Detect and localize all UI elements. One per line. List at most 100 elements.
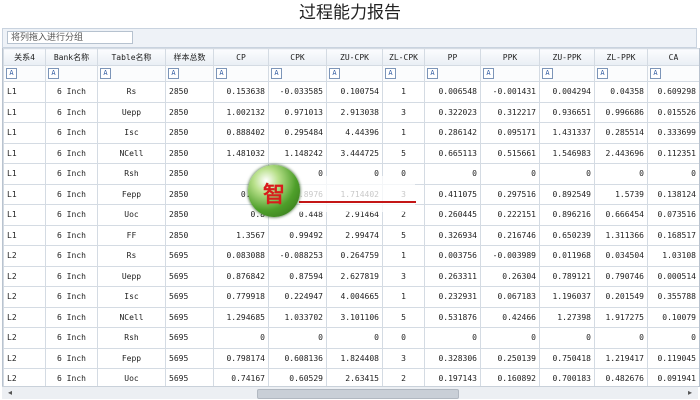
table-cell[interactable]: 6 Inch bbox=[45, 81, 98, 103]
table-cell[interactable]: 0.003756 bbox=[424, 245, 481, 267]
table-row[interactable]: L1 6 Inch Rs 2850 0.153638 -0.033585 0.100754 1… bbox=[3, 81, 699, 103]
table-cell[interactable]: 0 bbox=[382, 327, 425, 349]
table-cell[interactable]: 0.168517 bbox=[647, 224, 699, 246]
table-cell[interactable]: 0 bbox=[213, 327, 269, 349]
table-cell[interactable]: 0.297516 bbox=[480, 183, 540, 205]
table-cell[interactable]: 3.101106 bbox=[326, 306, 383, 328]
table-cell[interactable]: 0.892549 bbox=[539, 183, 595, 205]
table-cell[interactable]: 0.99492 bbox=[268, 224, 327, 246]
table-cell[interactable]: L2 bbox=[3, 245, 46, 267]
column-header[interactable]: Bank名称 bbox=[45, 48, 98, 66]
scroll-thumb[interactable] bbox=[257, 389, 459, 399]
table-cell[interactable]: 0 bbox=[424, 327, 481, 349]
table-cell[interactable]: 2850 bbox=[165, 101, 214, 123]
table-cell[interactable]: 2.99474 bbox=[326, 224, 383, 246]
table-cell[interactable]: 5 bbox=[382, 306, 425, 328]
table-cell[interactable]: 0.000514 bbox=[647, 265, 699, 287]
table-cell[interactable]: 1.546983 bbox=[539, 142, 595, 164]
table-cell[interactable]: 0.750418 bbox=[539, 347, 595, 369]
table-cell[interactable]: L1 bbox=[3, 163, 46, 185]
table-cell[interactable]: 1.27398 bbox=[539, 306, 595, 328]
table-cell[interactable]: L2 bbox=[3, 306, 46, 328]
table-cell[interactable]: 6 Inch bbox=[45, 327, 98, 349]
table-cell[interactable]: 0.531876 bbox=[424, 306, 481, 328]
filter-icon[interactable]: A bbox=[385, 68, 396, 79]
table-cell[interactable]: 0.216746 bbox=[480, 224, 540, 246]
table-cell[interactable]: 2.443696 bbox=[594, 142, 648, 164]
table-cell[interactable]: 0.119045 bbox=[647, 347, 699, 369]
filter-icon[interactable]: A bbox=[427, 68, 438, 79]
table-cell[interactable]: 2850 bbox=[165, 183, 214, 205]
table-cell[interactable]: 0.666454 bbox=[594, 204, 648, 226]
table-cell[interactable]: 0.411075 bbox=[424, 183, 481, 205]
table-cell[interactable]: 1.002132 bbox=[213, 101, 269, 123]
table-cell[interactable]: 0.112351 bbox=[647, 142, 699, 164]
table-cell[interactable]: 1 bbox=[382, 122, 425, 144]
table-cell[interactable]: L1 bbox=[3, 224, 46, 246]
column-header[interactable]: 样本总数 bbox=[165, 48, 214, 66]
table-cell[interactable]: 6 Inch bbox=[45, 306, 98, 328]
table-cell[interactable]: 1.294685 bbox=[213, 306, 269, 328]
table-cell[interactable]: 5695 bbox=[165, 306, 214, 328]
table-cell[interactable]: 1.03108 bbox=[647, 245, 699, 267]
column-header[interactable]: CP bbox=[213, 48, 269, 66]
table-cell[interactable]: 0.798174 bbox=[213, 347, 269, 369]
group-panel[interactable]: 将列拖入进行分组 bbox=[2, 28, 697, 48]
table-cell[interactable]: Rsh bbox=[97, 163, 166, 185]
table-cell[interactable]: 5 bbox=[382, 142, 425, 164]
table-cell[interactable]: 0 bbox=[326, 327, 383, 349]
table-cell[interactable]: 0.286142 bbox=[424, 122, 481, 144]
table-cell[interactable]: 0.650239 bbox=[539, 224, 595, 246]
table-cell[interactable]: 0 bbox=[480, 327, 540, 349]
table-row[interactable]: L1 6 Inch NCell 2850 1.481032 1.148242 3.44472… bbox=[3, 142, 699, 164]
filter-icon[interactable]: A bbox=[6, 68, 17, 79]
table-cell[interactable]: L1 bbox=[3, 183, 46, 205]
table-cell[interactable]: 6 Inch bbox=[45, 183, 98, 205]
table-cell[interactable]: 0.222151 bbox=[480, 204, 540, 226]
table-cell[interactable]: 1.219417 bbox=[594, 347, 648, 369]
filter-icon[interactable]: A bbox=[100, 68, 111, 79]
table-cell[interactable]: Rs bbox=[97, 245, 166, 267]
table-cell[interactable]: 0.326934 bbox=[424, 224, 481, 246]
table-cell[interactable]: 5695 bbox=[165, 286, 214, 308]
table-cell[interactable]: 0.100754 bbox=[326, 81, 383, 103]
table-cell[interactable]: Fepp bbox=[97, 347, 166, 369]
table-cell[interactable]: 0 bbox=[539, 327, 595, 349]
table-cell[interactable]: 1.033702 bbox=[268, 306, 327, 328]
table-row[interactable]: L2 6 Inch Fepp 5695 0.798174 0.608136 1.824408… bbox=[3, 347, 699, 369]
table-cell[interactable]: 6 Inch bbox=[45, 245, 98, 267]
table-cell[interactable]: Uoc bbox=[97, 204, 166, 226]
table-cell[interactable]: 6 Inch bbox=[45, 204, 98, 226]
table-cell[interactable]: L2 bbox=[3, 265, 46, 287]
table-cell[interactable]: 0.888402 bbox=[213, 122, 269, 144]
table-cell[interactable]: 0.779918 bbox=[213, 286, 269, 308]
table-cell[interactable]: 1.481032 bbox=[213, 142, 269, 164]
table-cell[interactable]: 0.083088 bbox=[213, 245, 269, 267]
column-header[interactable]: CA bbox=[647, 48, 699, 66]
table-cell[interactable]: 0.26304 bbox=[480, 265, 540, 287]
table-cell[interactable]: 2850 bbox=[165, 163, 214, 185]
filter-icon[interactable]: A bbox=[329, 68, 340, 79]
table-cell[interactable]: 0.004294 bbox=[539, 81, 595, 103]
table-cell[interactable]: 0.073516 bbox=[647, 204, 699, 226]
filter-icon[interactable]: A bbox=[650, 68, 661, 79]
table-row[interactable]: L2 6 Inch Uoc 5695 0.74167 0.60529 2.63415 2 0.1… bbox=[3, 368, 699, 386]
data-grid[interactable]: 关系4 Bank名称 Table名称 样本总数 CP CPK ZU-CPK ZL-CPK PP P… bbox=[2, 48, 700, 387]
table-cell[interactable]: 2 bbox=[382, 368, 425, 386]
table-cell[interactable]: 4.44396 bbox=[326, 122, 383, 144]
table-row[interactable]: L2 6 Inch Rs 5695 0.083088 -0.088253 0.264759 1… bbox=[3, 245, 699, 267]
column-header[interactable]: Table名称 bbox=[97, 48, 166, 66]
column-header[interactable]: PP bbox=[424, 48, 481, 66]
table-cell[interactable]: 1.431337 bbox=[539, 122, 595, 144]
table-cell[interactable]: 6 Inch bbox=[45, 224, 98, 246]
table-cell[interactable]: 2850 bbox=[165, 204, 214, 226]
table-cell[interactable]: 0.260445 bbox=[424, 204, 481, 226]
table-cell[interactable]: -0.033585 bbox=[268, 81, 327, 103]
table-cell[interactable]: 0.067183 bbox=[480, 286, 540, 308]
table-cell[interactable]: 3 bbox=[382, 347, 425, 369]
table-cell[interactable]: 0.264759 bbox=[326, 245, 383, 267]
table-cell[interactable]: 6 Inch bbox=[45, 142, 98, 164]
table-cell[interactable]: 0.312217 bbox=[480, 101, 540, 123]
table-cell[interactable]: 0.665113 bbox=[424, 142, 481, 164]
table-cell[interactable]: 0 bbox=[268, 327, 327, 349]
